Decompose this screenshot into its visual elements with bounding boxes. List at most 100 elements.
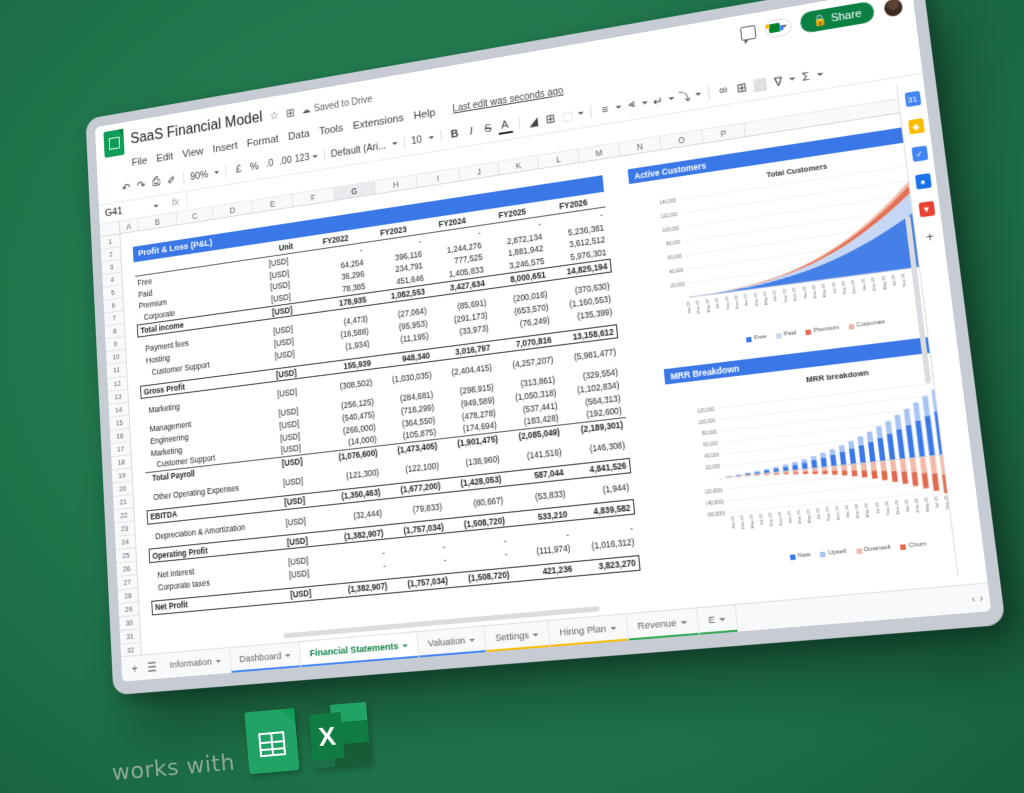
- sheet-tab-valuation[interactable]: Valuation: [417, 625, 487, 659]
- print-icon[interactable]: ⎙: [149, 174, 162, 191]
- sheet-tab-hiring-plan[interactable]: Hiring Plan: [548, 613, 629, 648]
- contacts-icon[interactable]: ●: [914, 173, 932, 190]
- pl-row-value: -: [503, 535, 507, 547]
- sheet-tab-information[interactable]: Information: [160, 647, 232, 680]
- pl-row-value: [557, 358, 620, 373]
- menu-item-help[interactable]: Help: [413, 107, 436, 122]
- sheet-tab-e[interactable]: E: [696, 604, 739, 636]
- svg-text:Jul-24: Jul-24: [873, 501, 880, 514]
- font-select[interactable]: Default (Ari...: [330, 138, 398, 160]
- menu-item-format[interactable]: Format: [247, 133, 279, 149]
- sheet-tab-settings[interactable]: Settings: [484, 620, 551, 653]
- decrease-decimal-icon[interactable]: .0: [263, 155, 277, 173]
- comment-icon[interactable]: [739, 24, 757, 41]
- font-size-value: 10: [410, 133, 423, 147]
- menu-item-edit[interactable]: Edit: [156, 151, 173, 165]
- svg-text:Sep-24: Sep-24: [883, 500, 890, 515]
- mrr-breakdown-card[interactable]: MRR breakdown 120,000 100,000 80,000 60,000…: [665, 342, 992, 573]
- borders-icon[interactable]: ⊞: [542, 109, 558, 128]
- merge-cells-icon[interactable]: ⬚: [560, 106, 576, 125]
- keep-icon[interactable]: ◆: [907, 118, 925, 135]
- total-customers-area-chart: 20,000 40,000 60,000 80,000 100,000 120,000 14…: [659, 150, 979, 314]
- tasks-icon[interactable]: ✓: [910, 145, 928, 163]
- chevron-down-icon[interactable]: [215, 659, 221, 664]
- chevron-down-icon[interactable]: [468, 638, 476, 643]
- pl-row-value: [501, 438, 564, 452]
- svg-text:-: -: [719, 476, 722, 482]
- menu-item-extensions[interactable]: Extensions: [352, 112, 404, 132]
- avatar[interactable]: [882, 0, 905, 19]
- font-size-select[interactable]: 10: [411, 132, 435, 147]
- strikethrough-icon[interactable]: S: [480, 119, 495, 137]
- active-customers-card[interactable]: Total Customers 20,000 40,000 60,000 80,000…: [629, 132, 992, 358]
- chevron-down-icon[interactable]: [719, 617, 726, 622]
- functions-icon[interactable]: Σ: [797, 67, 814, 86]
- chevron-down-icon[interactable]: [402, 644, 409, 648]
- pl-row-value: 533,210: [507, 506, 571, 527]
- chevron-down-icon[interactable]: [680, 620, 688, 625]
- svg-text:Sep-25: Sep-25: [900, 272, 907, 287]
- italic-icon[interactable]: I: [464, 122, 479, 140]
- text-wrap-icon[interactable]: ↵: [650, 91, 666, 110]
- maps-icon[interactable]: ▼: [917, 200, 935, 218]
- bold-icon[interactable]: B: [447, 125, 462, 143]
- menu-item-data[interactable]: Data: [288, 128, 310, 143]
- text-rotation-icon[interactable]: ⤵: [676, 87, 693, 106]
- menu-item-view[interactable]: View: [182, 146, 204, 160]
- svg-text:Nov-22: Nov-22: [776, 512, 783, 526]
- redo-icon[interactable]: ↷: [134, 176, 147, 193]
- menu-item-file[interactable]: File: [131, 155, 147, 168]
- filter-icon[interactable]: ∇: [770, 72, 787, 91]
- zoom-select[interactable]: 90%: [190, 167, 220, 182]
- pl-row-value: [494, 346, 556, 361]
- sheet-tab-revenue[interactable]: Revenue: [626, 607, 700, 642]
- menu-item-insert[interactable]: Insert: [212, 140, 237, 155]
- horizontal-align-icon[interactable]: ≡: [597, 100, 613, 119]
- pl-row-value: (111,974): [536, 542, 571, 557]
- share-button[interactable]: 🔒 Share: [799, 0, 876, 34]
- insert-comment-icon[interactable]: ⊞: [733, 78, 750, 97]
- add-apps-icon[interactable]: +: [921, 229, 938, 246]
- svg-text:May-26: May-26: [941, 268, 948, 283]
- pl-row-value: (2,085,049): [500, 424, 564, 446]
- sheet-tab-dashboard[interactable]: Dashboard: [229, 641, 302, 674]
- paint-format-icon[interactable]: ✐: [164, 171, 178, 188]
- star-icon[interactable]: ☆: [269, 108, 279, 122]
- more-formats-icon[interactable]: 123: [294, 150, 310, 168]
- menu-item-tools[interactable]: Tools: [319, 122, 344, 137]
- vertical-align-icon[interactable]: ⫷: [623, 96, 639, 115]
- move-to-folder-icon[interactable]: ⊞: [285, 106, 295, 120]
- add-sheet-button[interactable]: +: [126, 658, 144, 679]
- chevron-down-icon[interactable]: [285, 653, 291, 658]
- pl-row-value: [507, 499, 570, 513]
- text-color-icon[interactable]: A: [497, 116, 513, 135]
- svg-text:20,000: 20,000: [705, 464, 721, 471]
- scroll-prev-icon[interactable]: ‹: [971, 593, 976, 604]
- all-sheets-button[interactable]: ☰: [143, 656, 161, 677]
- insert-link-icon[interactable]: ∞: [715, 81, 732, 100]
- meet-button[interactable]: [763, 16, 793, 39]
- pl-row-unit: [USD]: [287, 584, 332, 603]
- save-status: ☁ Saved to Drive: [301, 94, 372, 116]
- fill-color-icon[interactable]: ◢: [525, 112, 541, 131]
- side-panel: 31 ◆ ✓ ● ▼ +: [896, 80, 987, 577]
- horizontal-scrollbar[interactable]: [283, 606, 600, 639]
- currency-icon[interactable]: £: [232, 160, 246, 178]
- tablet-device: SaaS Financial Model ☆ ⊞ ☁ Saved to Driv…: [85, 0, 1006, 696]
- svg-text:May-25: May-25: [880, 275, 887, 290]
- scroll-next-icon[interactable]: ›: [979, 592, 984, 603]
- legend-item: Corporate: [848, 319, 886, 330]
- insert-image-icon[interactable]: ⬜: [751, 75, 768, 94]
- chevron-down-icon[interactable]: [610, 626, 617, 631]
- percent-icon[interactable]: %: [247, 158, 261, 176]
- collapse-toolbar-icon[interactable]: ⌃: [904, 106, 915, 121]
- pl-row-value: (183,428): [523, 413, 560, 428]
- chevron-down-icon: [615, 105, 622, 110]
- undo-icon[interactable]: ↶: [119, 179, 132, 196]
- mrr-breakdown-chart-block: MRR Breakdown MRR breakdown 120,000 100,0…: [663, 326, 992, 573]
- chevron-down-icon[interactable]: [532, 633, 539, 637]
- vertical-scrollbar[interactable]: [904, 215, 932, 384]
- svg-text:(20,000): (20,000): [705, 487, 724, 494]
- increase-decimal-icon[interactable]: .00: [279, 152, 293, 170]
- google-sheets-logo: [244, 708, 300, 775]
